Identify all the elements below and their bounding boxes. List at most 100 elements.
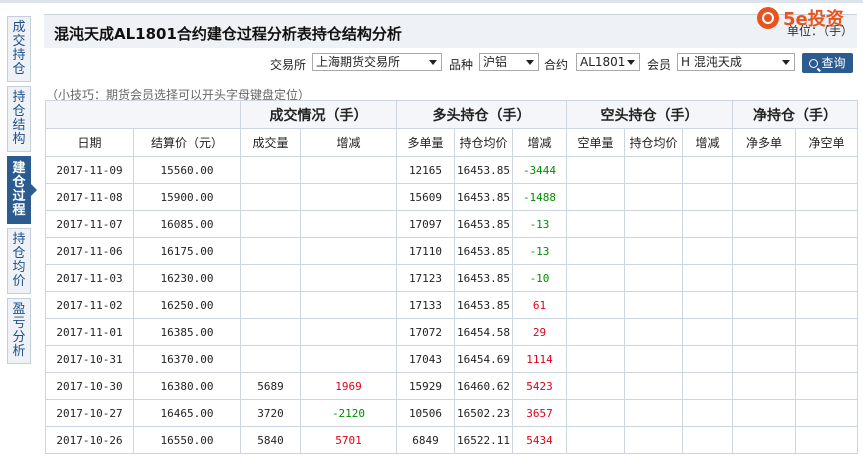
cell-net-long: [732, 210, 796, 238]
cell-long-change: 61: [512, 291, 567, 319]
cell-settle: 15900.00: [133, 183, 241, 211]
cell-net-short: [795, 399, 858, 427]
tab-char: 仓: [12, 104, 26, 119]
table-group-header: 成交情况（手） 多头持仓（手） 空头持仓（手） 净持仓（手）: [45, 100, 858, 129]
cell-net-long: [732, 426, 796, 454]
build-process-table: 成交情况（手） 多头持仓（手） 空头持仓（手） 净持仓（手） 日期 结算价（元）…: [45, 100, 858, 454]
exchange-select[interactable]: 上海期货交易所: [312, 53, 442, 71]
cell-date: 2017-10-31: [45, 345, 134, 373]
cell-short-change: [682, 399, 733, 427]
cell-long-qty: 15929: [396, 372, 455, 400]
cell-short-avg: [624, 345, 683, 373]
cell-long-qty: 10506: [396, 399, 455, 427]
cell-settle: 16250.00: [133, 291, 241, 319]
cell-date: 2017-11-09: [45, 156, 134, 184]
cell-long-change: 1114: [512, 345, 567, 373]
page-title: 混沌天成AL1801合约建仓过程分析表持仓结构分析: [54, 25, 402, 43]
cell-settle: 15560.00: [133, 156, 241, 184]
chevron-down-icon: [782, 60, 790, 65]
cell-net-short: [795, 345, 858, 373]
member-select[interactable]: H 混沌天成: [677, 53, 795, 71]
cell-short-change: [682, 210, 733, 238]
cell-short-avg: [624, 264, 683, 292]
cell-long-avg: 16453.85: [454, 156, 513, 184]
cell-short-qty: [566, 237, 625, 265]
cell-long-avg: 16460.62: [454, 372, 513, 400]
cell-short-avg: [624, 210, 683, 238]
member-label: 会员: [647, 58, 672, 72]
tab-build-process[interactable]: 建 仓 过 程: [7, 156, 37, 224]
col-short-qty: 空单量: [566, 128, 625, 157]
cell-volume: 3720: [240, 399, 301, 427]
tab-average-price[interactable]: 持 仓 均 价: [7, 228, 31, 294]
cell-volume: 5840: [240, 426, 301, 454]
col-long-avg: 持仓均价: [454, 128, 513, 157]
cell-long-qty: 12165: [396, 156, 455, 184]
tab-profit-loss[interactable]: 盈 亏 分 析: [7, 298, 31, 364]
table-row: 2017-10-26 16550.00 5840 5701 6849 16522.11 54…: [45, 426, 858, 454]
cell-vol-change: [300, 264, 397, 292]
variety-select-value: 沪铝: [483, 55, 508, 69]
cell-short-change: [682, 372, 733, 400]
cell-vol-change: 5701: [300, 426, 397, 454]
cell-short-change: [682, 426, 733, 454]
variety-select[interactable]: 沪铝: [479, 53, 539, 71]
cell-volume: [240, 210, 301, 238]
query-button[interactable]: 查询: [802, 53, 853, 73]
cell-net-long: [732, 183, 796, 211]
tab-char: 建: [12, 161, 26, 176]
cell-vol-change: [300, 291, 397, 319]
cell-net-short: [795, 264, 858, 292]
top-border: [0, 0, 863, 3]
table-row: 2017-10-27 16465.00 3720 -2120 10506 16502.23…: [45, 399, 858, 427]
cell-short-change: [682, 183, 733, 211]
cell-settle: 16550.00: [133, 426, 241, 454]
logo-icon: [757, 7, 779, 29]
cell-long-qty: 17110: [396, 237, 455, 265]
col-net-short: 净空单: [795, 128, 858, 157]
cell-short-avg: [624, 399, 683, 427]
cell-settle: 16085.00: [133, 210, 241, 238]
cell-net-short: [795, 156, 858, 184]
cell-net-short: [795, 291, 858, 319]
cell-date: 2017-11-08: [45, 183, 134, 211]
col-long-change: 增减: [512, 128, 567, 157]
cell-date: 2017-10-26: [45, 426, 134, 454]
cell-long-avg: 16454.69: [454, 345, 513, 373]
tab-char: 亏: [12, 316, 26, 331]
cell-vol-change: [300, 183, 397, 211]
cell-net-long: [732, 372, 796, 400]
query-button-label: 查询: [821, 56, 846, 70]
cell-long-change: 29: [512, 318, 567, 346]
cell-settle: 16380.00: [133, 372, 241, 400]
tab-position-structure[interactable]: 持 仓 结 构: [7, 86, 31, 152]
cell-date: 2017-11-07: [45, 210, 134, 238]
contract-select[interactable]: AL1801: [576, 53, 640, 71]
cell-short-change: [682, 237, 733, 265]
cell-long-qty: 17097: [396, 210, 455, 238]
cell-long-avg: 16453.85: [454, 291, 513, 319]
cell-volume: 5689: [240, 372, 301, 400]
cell-long-qty: 17072: [396, 318, 455, 346]
cell-vol-change: [300, 318, 397, 346]
cell-short-avg: [624, 372, 683, 400]
empty-group-header: [45, 100, 241, 129]
group-header-net: 净持仓（手）: [732, 100, 858, 129]
title-bar: 混沌天成AL1801合约建仓过程分析表持仓结构分析: [44, 14, 857, 48]
tab-char: 分: [12, 330, 26, 345]
cell-short-avg: [624, 237, 683, 265]
active-tab-arrow-icon: [31, 184, 37, 196]
contract-label: 合约: [544, 58, 569, 72]
cell-long-change: -1488: [512, 183, 567, 211]
col-net-long: 净多单: [732, 128, 796, 157]
unit-label: 单位：（手）: [787, 24, 854, 38]
cell-short-avg: [624, 318, 683, 346]
cell-short-avg: [624, 291, 683, 319]
col-short-avg: 持仓均价: [624, 128, 683, 157]
tab-char: 构: [12, 132, 26, 147]
cell-long-avg: 16454.58: [454, 318, 513, 346]
cell-net-short: [795, 210, 858, 238]
cell-settle: 16465.00: [133, 399, 241, 427]
col-settle: 结算价（元）: [133, 128, 241, 157]
cell-settle: 16175.00: [133, 237, 241, 265]
